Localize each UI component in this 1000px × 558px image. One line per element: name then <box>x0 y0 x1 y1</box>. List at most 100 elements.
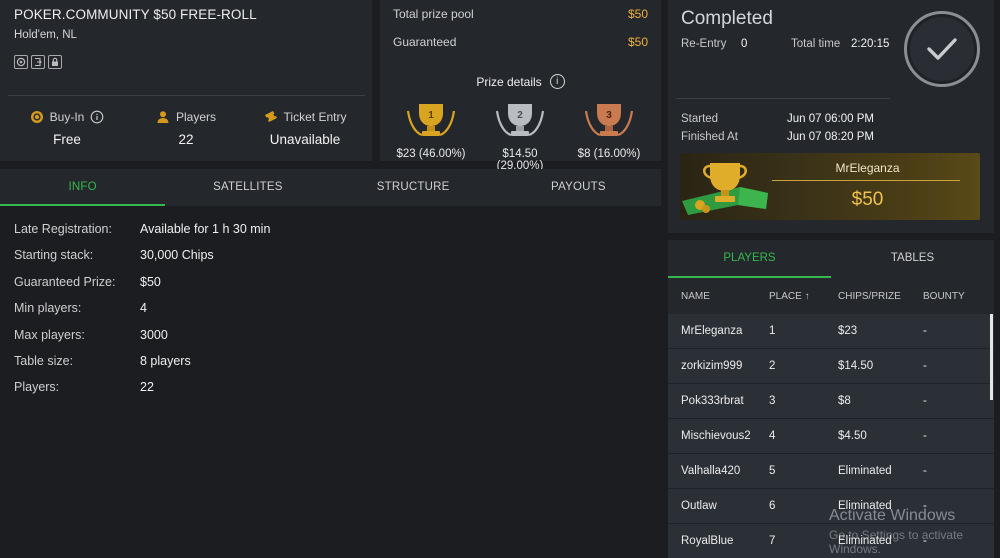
ticket-value: Unavailable <box>269 132 341 147</box>
player-bounty: - <box>923 395 927 407</box>
column-name[interactable]: NAME <box>681 291 769 302</box>
info-value: $50 <box>140 274 161 289</box>
player-name: Mischievous2 <box>681 430 751 442</box>
scrollbar[interactable] <box>990 314 993 400</box>
finished-value: Jun 07 08:20 PM <box>787 131 874 143</box>
player-place: 7 <box>769 535 776 547</box>
ticket-icon <box>264 111 277 122</box>
info-label: Table size: <box>14 353 74 368</box>
reentry-label: Re-Entry <box>681 38 727 50</box>
player-place: 2 <box>769 360 776 372</box>
total-time-row: Total time <box>791 38 840 50</box>
guaranteed-value: $50 <box>627 35 648 49</box>
players-tabs: PLAYERS TABLES <box>668 240 994 278</box>
buyin-label: Buy-In <box>49 110 85 124</box>
tab-structure[interactable]: STRUCTURE <box>331 169 496 206</box>
info-icon[interactable]: i <box>549 74 565 89</box>
column-chips-prize[interactable]: CHIPS/PRIZE <box>838 291 923 302</box>
player-bounty: - <box>923 325 927 337</box>
info-label: Late Registration: <box>14 222 112 236</box>
buyin-stat: Buy-In Free <box>7 110 127 147</box>
tab-players[interactable]: PLAYERS <box>668 240 831 278</box>
info-value: Available for 1 h 30 min <box>140 222 271 236</box>
info-icon[interactable] <box>90 110 104 124</box>
prize-pool-panel: Total prize pool $50 Guaranteed $50 Priz… <box>380 0 661 172</box>
buyin-value: Free <box>53 132 81 147</box>
player-place: 3 <box>769 395 776 407</box>
player-name: zorkizim999 <box>681 360 743 372</box>
winner-name: MrEleganza <box>835 161 900 175</box>
info-label: Max players: <box>14 327 85 342</box>
players-stat: Players 22 <box>126 110 246 147</box>
gold-trophy-icon: 1 <box>406 104 456 137</box>
players-table-header: NAME PLACE ↑ CHIPS/PRIZE BOUNTY <box>668 278 994 314</box>
place-rank: 1 <box>428 110 434 121</box>
prize-details-label: Prize details <box>476 74 542 89</box>
divider <box>676 98 890 99</box>
player-name: Pok333rbrat <box>681 395 744 407</box>
place-rank: 2 <box>517 110 523 121</box>
prize-place-2: 2 $14.50 (29.00%) <box>480 101 560 172</box>
table-row[interactable]: Pok333rbrat 3 $8 - <box>668 384 994 419</box>
player-place: 4 <box>769 430 776 442</box>
silver-trophy-icon: 2 <box>495 104 545 137</box>
info-row-guaranteed-prize: Guaranteed Prize: $50 <box>14 275 270 301</box>
info-value: 4 <box>140 301 147 316</box>
guaranteed-row: Guaranteed $50 <box>393 35 648 49</box>
player-name: Valhalla420 <box>681 465 741 477</box>
info-row-players: Players: 22 <box>14 380 270 406</box>
status-title: Completed <box>681 8 773 29</box>
player-bounty: - <box>923 360 927 372</box>
place-amount: $23 (46.00%) <box>396 148 466 160</box>
info-row-min-players: Min players: 4 <box>14 301 270 327</box>
activate-windows-watermark: Activate Windows <box>829 507 956 524</box>
column-place[interactable]: PLACE ↑ <box>769 291 838 302</box>
divider <box>772 180 960 181</box>
info-row-late-registration: Late Registration: Available for 1 h 30 … <box>14 222 270 248</box>
started-label: Started <box>681 113 719 125</box>
player-bounty: - <box>923 430 927 442</box>
prize-place-3: 3 $8 (16.00%) <box>569 101 649 160</box>
status-panel: Completed Re-Entry 0 Total time 2:20:15 … <box>668 0 994 233</box>
tab-satellites[interactable]: SATELLITES <box>165 169 330 206</box>
total-prize-row: Total prize pool $50 <box>393 7 648 21</box>
player-prize: $8 <box>838 395 851 407</box>
feature-icons <box>14 55 62 69</box>
table-row[interactable]: zorkizim999 2 $14.50 - <box>668 349 994 384</box>
tab-tables[interactable]: TABLES <box>831 240 994 278</box>
player-bounty: - <box>923 465 927 477</box>
info-value: 8 players <box>140 353 191 368</box>
players-value: 22 <box>178 132 194 147</box>
place-rank: 3 <box>606 110 612 121</box>
game-type: Hold'em, NL <box>14 29 77 41</box>
winner-prize: $50 <box>851 189 884 210</box>
tab-info[interactable]: INFO <box>0 169 166 206</box>
total-prize-label: Total prize pool <box>393 7 474 21</box>
target-icon <box>14 55 28 69</box>
player-prize: $4.50 <box>838 430 867 442</box>
lock-icon <box>48 55 62 69</box>
divider <box>8 95 365 96</box>
column-bounty[interactable]: BOUNTY <box>923 291 983 302</box>
place-amount: $8 (16.00%) <box>577 148 641 160</box>
player-prize: $23 <box>838 325 858 337</box>
person-icon <box>157 111 169 123</box>
table-row[interactable]: Mischievous2 4 $4.50 - <box>668 419 994 454</box>
table-row[interactable]: MrEleganza 1 $23 - <box>668 314 994 349</box>
prize-place-1: 1 $23 (46.00%) <box>391 101 471 160</box>
info-label: Players: <box>14 380 60 395</box>
tab-payouts[interactable]: PAYOUTS <box>496 169 661 206</box>
info-label: Guaranteed Prize: <box>14 274 116 289</box>
activate-windows-hint: Go to Settings to activate Windows. <box>829 528 964 556</box>
player-name: Outlaw <box>681 500 717 512</box>
prize-details[interactable]: Prize details i <box>380 74 661 89</box>
player-place: 5 <box>769 465 776 477</box>
players-label: Players <box>175 110 216 124</box>
info-label: Min players: <box>14 301 82 316</box>
info-value: 3000 <box>140 327 168 342</box>
winner-banner: MrEleganza $50 <box>680 153 980 220</box>
total-time-label: Total time <box>791 38 841 50</box>
total-time-value: 2:20:15 <box>851 38 890 50</box>
info-label: Starting stack: <box>14 248 94 263</box>
table-row[interactable]: Valhalla420 5 Eliminated - <box>668 454 994 489</box>
